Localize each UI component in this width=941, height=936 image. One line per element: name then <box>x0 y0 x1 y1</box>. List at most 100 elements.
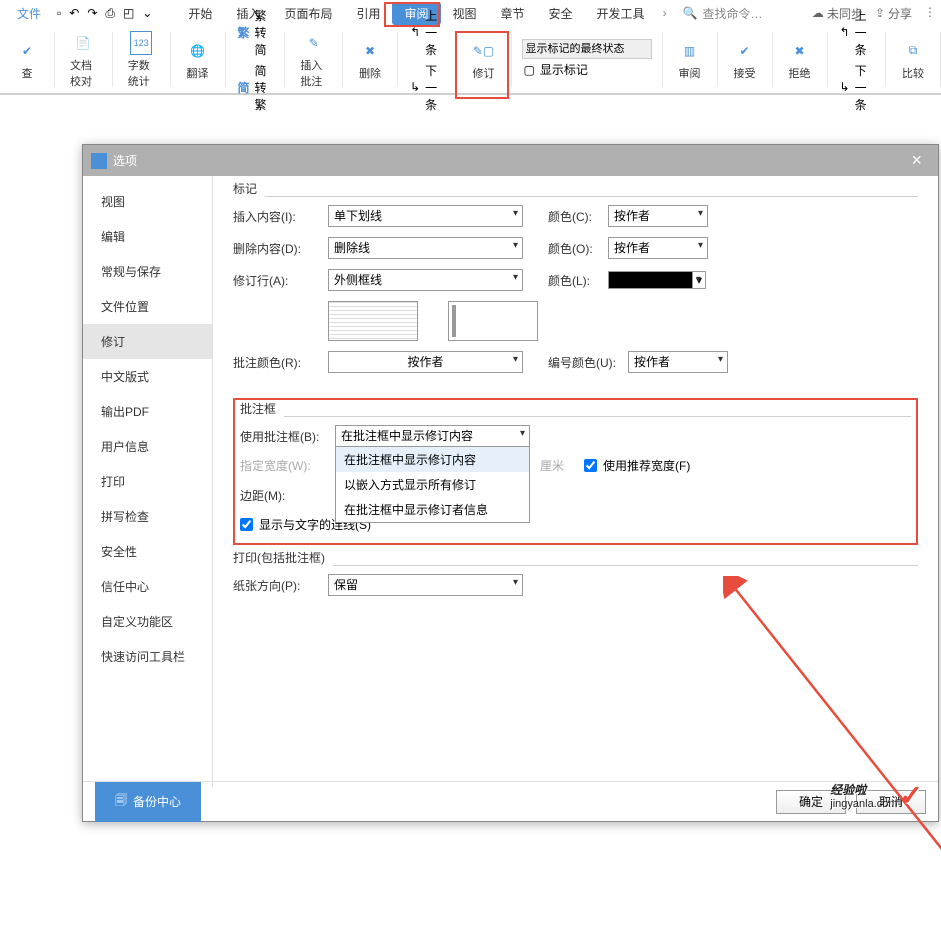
menu-reference[interactable]: 引用 <box>344 2 392 25</box>
color-l-dropdown-icon[interactable]: ▾ <box>693 271 706 289</box>
sidebar-item-pdf[interactable]: 输出PDF <box>83 394 212 429</box>
watermark-sub: jingyanla.com <box>830 798 897 810</box>
rev-prev-button[interactable]: ↰ 上一条 <box>838 5 875 60</box>
insert-comment-button[interactable]: ✎ 插入批注 <box>295 29 332 91</box>
qa-undo-icon[interactable]: ↶ <box>65 6 83 20</box>
share-icon: ⇪ <box>875 6 885 20</box>
sidebar-item-filelocation[interactable]: 文件位置 <box>83 289 212 324</box>
sidebar-item-qat[interactable]: 快速访问工具栏 <box>83 639 212 674</box>
show-markup-label: 显示标记 <box>540 61 588 78</box>
sidebar-item-print[interactable]: 打印 <box>83 464 212 499</box>
file-menu[interactable]: 文件 <box>5 2 53 25</box>
orientation-select[interactable]: 保留 <box>328 574 523 596</box>
menu-security[interactable]: 安全 <box>537 2 585 25</box>
qa-save-icon[interactable]: ▫ <box>53 6 65 20</box>
insert-content-select[interactable]: 单下划线 <box>328 205 523 227</box>
translate-icon: 🌐 <box>186 39 210 63</box>
qa-dropdown-icon[interactable]: ⌄ <box>138 6 156 20</box>
use-balloon-label: 使用批注框(B): <box>240 428 335 445</box>
reject-icon: ✖ <box>788 39 812 63</box>
balloon-option-2[interactable]: 在批注框中显示修订者信息 <box>336 497 529 522</box>
revision-button[interactable]: ✎▢ 修订 <box>467 37 501 83</box>
number-color-select[interactable]: 按作者 <box>628 351 728 373</box>
sidebar-item-view[interactable]: 视图 <box>83 184 212 219</box>
simp-to-fan-button[interactable]: 简 简转繁 <box>236 60 275 115</box>
menu-view[interactable]: 视图 <box>441 2 489 25</box>
dialog-close-button[interactable]: × <box>903 150 930 171</box>
word-count-icon: 123 <box>130 31 152 55</box>
more-icon[interactable]: ⋮ <box>924 5 936 22</box>
use-rec-width-checkbox[interactable]: 使用推荐宽度(F) <box>584 457 690 474</box>
show-markup-state-select[interactable]: 显示标记的最终状态 <box>522 39 652 59</box>
balloon-option-1[interactable]: 以嵌入方式显示所有修订 <box>336 472 529 497</box>
prev-comment-button[interactable]: ↰ 上一条 <box>408 5 445 60</box>
watermark-main: 经验啦 <box>830 783 866 797</box>
rev-next-button[interactable]: ↳ 下一条 <box>838 60 875 115</box>
revise-line-select[interactable]: 外侧框线 <box>328 269 523 291</box>
sidebar-item-spell[interactable]: 拼写检查 <box>83 499 212 534</box>
options-dialog: 选项 × 视图 编辑 常规与保存 文件位置 修订 中文版式 输出PDF 用户信息… <box>82 144 939 822</box>
accept-button[interactable]: ✔ 接受 <box>728 37 762 83</box>
review-pane-button[interactable]: ▥ 审阅 <box>673 37 707 83</box>
sidebar-item-general[interactable]: 常规与保存 <box>83 254 212 289</box>
balloon-fieldset: 批注框 使用批注框(B): 在批注框中显示修订内容 在批注框中显示修订内容 以嵌… <box>240 408 911 533</box>
word-count-button[interactable]: 123 字数统计 <box>123 29 160 91</box>
check-button[interactable]: ✔ 查 <box>10 37 44 83</box>
qa-preview-icon[interactable]: ◰ <box>119 6 138 20</box>
dialog-footer: 🗐 备份中心 确定 取消 <box>83 781 938 821</box>
sidebar-item-userinfo[interactable]: 用户信息 <box>83 429 212 464</box>
orientation-label: 纸张方向(P): <box>233 577 328 594</box>
preview-outline <box>448 301 538 341</box>
markup-icon: ▢ <box>524 63 535 77</box>
qa-print-icon[interactable]: ⎙ <box>101 6 119 21</box>
sidebar-item-chinese[interactable]: 中文版式 <box>83 359 212 394</box>
search-placeholder: 查找命令… <box>703 5 763 22</box>
balloon-option-0[interactable]: 在批注框中显示修订内容 <box>336 447 529 472</box>
sidebar-item-edit[interactable]: 编辑 <box>83 219 212 254</box>
delete-comment-button[interactable]: ✖ 删除 <box>353 37 387 83</box>
use-balloon-select[interactable]: 在批注框中显示修订内容 <box>335 425 530 447</box>
balloon-width-label: 指定宽度(W): <box>240 457 335 474</box>
command-search[interactable]: 🔍 查找命令… <box>683 5 763 22</box>
comment-color-select[interactable]: 按作者 <box>328 351 523 373</box>
insert-comment-label: 插入批注 <box>300 57 327 89</box>
show-lines-input[interactable] <box>240 518 253 531</box>
share-button[interactable]: ⇪分享 <box>875 5 912 22</box>
translate-button[interactable]: 🌐 翻译 <box>181 37 215 83</box>
reject-label: 拒绝 <box>789 65 811 81</box>
number-color-label: 编号颜色(U): <box>548 354 628 371</box>
compare-button[interactable]: ⧉ 比较 <box>896 37 930 83</box>
fan-to-simp-button[interactable]: 繁 繁转简 <box>236 5 275 60</box>
sidebar-item-security[interactable]: 安全性 <box>83 534 212 569</box>
sidebar-item-customize[interactable]: 自定义功能区 <box>83 604 212 639</box>
simp-icon: 简 <box>238 79 250 96</box>
color-l-swatch[interactable] <box>608 271 693 289</box>
backup-center-button[interactable]: 🗐 备份中心 <box>95 782 201 822</box>
menu-more-icon[interactable]: › <box>657 6 673 20</box>
accept-label: 接受 <box>734 65 756 81</box>
menu-start[interactable]: 开始 <box>176 2 224 25</box>
show-markup-button[interactable]: ▢ 显示标记 <box>522 59 590 80</box>
markup-fieldset: 标记 插入内容(I): 单下划线 颜色(C): 按作者 删除内容(D): 删除线… <box>233 188 918 383</box>
print-fieldset: 打印(包括批注框) 纸张方向(P): 保留 <box>233 557 918 606</box>
print-legend: 打印(包括批注框) <box>233 549 333 566</box>
color-c-select[interactable]: 按作者 <box>608 205 708 227</box>
options-sidebar: 视图 编辑 常规与保存 文件位置 修订 中文版式 输出PDF 用户信息 打印 拼… <box>83 176 213 787</box>
sidebar-item-trust[interactable]: 信任中心 <box>83 569 212 604</box>
reject-button[interactable]: ✖ 拒绝 <box>783 37 817 83</box>
menu-chapter[interactable]: 章节 <box>489 2 537 25</box>
color-o-select[interactable]: 按作者 <box>608 237 708 259</box>
menu-layout[interactable]: 页面布局 <box>272 2 344 25</box>
menu-devtools[interactable]: 开发工具 <box>585 2 657 25</box>
doc-proof-label: 文档校对 <box>70 57 97 89</box>
doc-proof-button[interactable]: 📄 文档校对 <box>65 29 102 91</box>
next-comment-button[interactable]: ↳ 下一条 <box>408 60 445 115</box>
next-icon: ↳ <box>410 80 420 94</box>
cloud-icon: ☁ <box>812 6 824 20</box>
qa-redo-icon[interactable]: ↷ <box>83 6 101 20</box>
review-pane-label: 审阅 <box>679 65 701 81</box>
watermark-check-icon: ✓ <box>900 779 923 812</box>
sidebar-item-revision[interactable]: 修订 <box>83 324 212 359</box>
use-rec-width-input[interactable] <box>584 459 597 472</box>
delete-content-select[interactable]: 删除线 <box>328 237 523 259</box>
